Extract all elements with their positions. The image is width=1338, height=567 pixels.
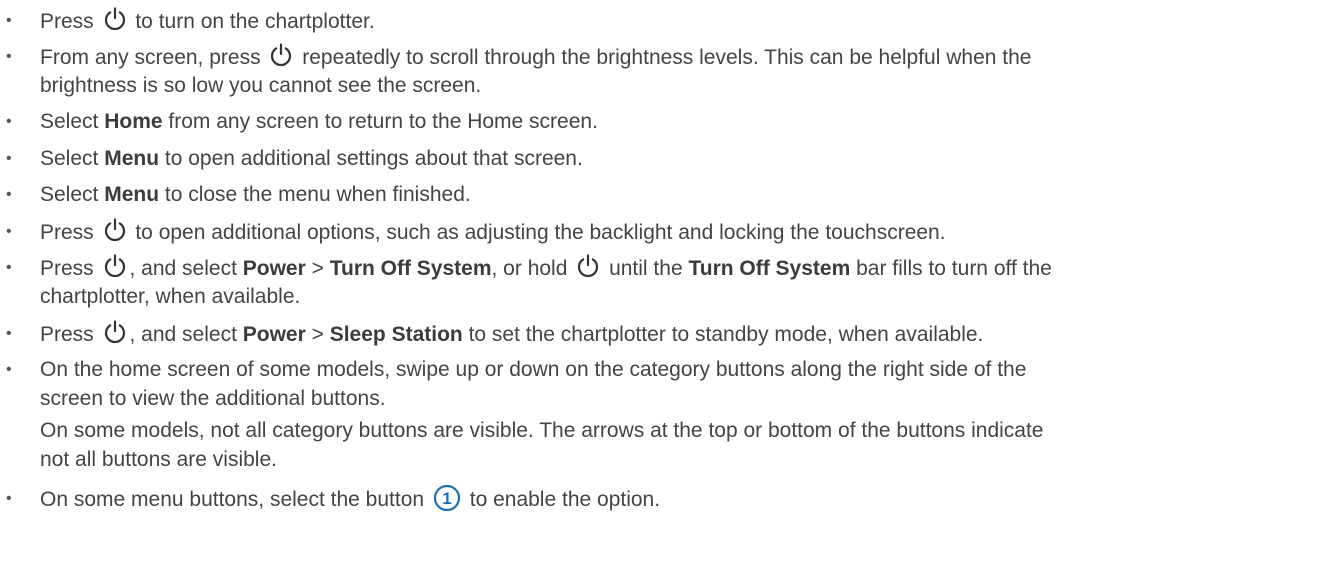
text-line: not all buttons are visible. [40,445,277,474]
text-line: From any screen, press repeatedly to scr… [40,42,1031,72]
power-icon [102,217,128,243]
text-run: Select [40,183,105,206]
text-run: to close the menu when finished. [159,183,471,206]
text-run: Press [40,323,100,346]
text-run: , and select [129,257,243,280]
bold-term: Turn Off System [329,257,492,280]
text-run: to open additional settings about that s… [159,147,583,170]
svg-text:1: 1 [442,489,451,508]
bullet-marker: • [6,325,12,342]
text-run: not all buttons are visible. [40,448,277,471]
text-line: On some menu buttons, select the button … [40,484,660,514]
text-line: Select Home from any screen to return to… [40,107,598,136]
power-icon [102,6,128,32]
text-line: Press to turn on the chartplotter. [40,6,375,36]
text-run: bar fills to turn off the [850,257,1052,280]
bold-term: Home [104,110,163,133]
text-run: repeatedly to scroll through the brightn… [296,46,1032,69]
power-icon [102,253,128,279]
text-run: brightness is so low you cannot see the … [40,74,482,97]
text-line: On some models, not all category buttons… [40,416,1044,445]
bold-term: Menu [104,147,160,170]
callout-number-icon: 1 [433,484,461,512]
text-run: Press [40,10,100,33]
text-run: Select [40,147,105,170]
bullet-marker: • [6,113,12,130]
text-run: to open additional options, such as adju… [129,221,946,244]
text-line: screen to view the additional buttons. [40,384,386,413]
bullet-marker: • [6,259,12,276]
bullet-marker: • [6,150,12,167]
text-run: Press [40,221,100,244]
text-run: , and select [129,323,243,346]
bold-term: Power [242,257,306,280]
text-run: to enable the option. [463,488,661,511]
text-line: Press , and select Power > Turn Off Syst… [40,253,1052,283]
text-run: From any screen, press [40,46,267,69]
text-line: chartplotter, when available. [40,282,300,311]
text-run: > [305,257,330,280]
text-run: On some menu buttons, select the button [40,488,430,511]
text-run: Press [40,257,100,280]
text-run: screen to view the additional buttons. [40,387,386,410]
text-run: On the home screen of some models, swipe… [40,358,1027,381]
bullet-marker: • [6,186,12,203]
text-line: Press to open additional options, such a… [40,217,946,247]
text-run: to turn on the chartplotter. [129,10,375,33]
bold-term: Turn Off System [688,257,851,280]
power-icon [102,319,128,345]
bold-term: Sleep Station [329,323,463,346]
bold-term: Menu [104,183,160,206]
text-line: Select Menu to open additional settings … [40,144,583,173]
bullet-marker: • [6,490,12,507]
text-run: > [305,323,330,346]
bullet-marker: • [6,223,12,240]
text-run: from any screen to return to the Home sc… [162,110,598,133]
text-run: Select [40,110,105,133]
text-line: Select Menu to close the menu when finis… [40,180,471,209]
bullet-marker: • [6,48,12,65]
bold-term: Power [242,323,306,346]
bullet-marker: • [6,361,12,378]
text-line: On the home screen of some models, swipe… [40,355,1026,384]
instruction-list: • Press to turn on the chartplotter. • From… [0,0,1338,567]
text-run: to set the chartplotter to standby mode,… [462,323,984,346]
power-icon [575,253,601,279]
text-run: chartplotter, when available. [40,285,301,308]
text-line: Press , and select Power > Sleep Station… [40,319,983,349]
text-run: , or hold [491,257,574,280]
power-icon [268,42,294,68]
bullet-marker: • [6,12,12,29]
text-run: On some models, not all category buttons… [40,419,1044,442]
text-line: brightness is so low you cannot see the … [40,71,481,100]
text-run: until the [603,257,689,280]
